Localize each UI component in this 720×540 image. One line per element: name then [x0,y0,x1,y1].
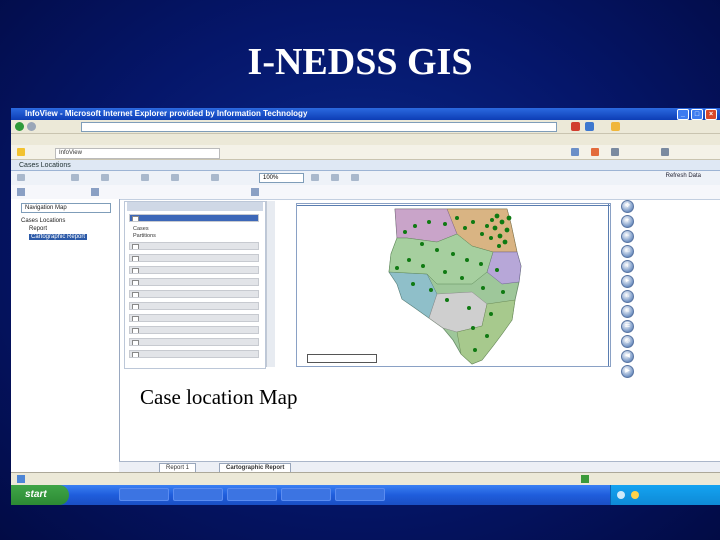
tree-item-report[interactable]: Report [21,225,87,233]
home-icon[interactable] [571,148,579,156]
layers-scrollbar[interactable] [266,201,275,367]
legend-item-cases: Cases [133,226,149,232]
navigation-select[interactable]: Navigation Map [21,203,111,213]
tree-root[interactable]: Cases Locations [21,217,87,225]
identify-icon[interactable]: i [621,260,634,273]
stop-icon[interactable] [571,122,580,131]
document-icon[interactable] [17,174,25,181]
view-structure-icon[interactable] [251,188,259,196]
tab-infoview[interactable]: InfoView [55,148,220,159]
close-button[interactable]: × [705,109,717,120]
print-icon[interactable] [611,148,619,156]
address-input[interactable] [81,122,557,132]
layer-row[interactable] [129,266,259,274]
refresh-data-button[interactable]: Refresh Data [666,173,701,179]
print-icon[interactable] [141,174,149,181]
layer-row[interactable] [129,214,259,222]
windows-taskbar: start [11,485,720,505]
map-caption: Case location Map [140,385,298,409]
map-region-north [394,208,458,243]
maximize-button[interactable]: □ [691,109,703,120]
zoom-out-icon[interactable]: − [621,230,634,243]
layers-icon[interactable]: ≡ [621,305,634,318]
next-extent-icon[interactable]: ▶ [621,365,634,378]
map-region-central-south [428,291,488,333]
illinois-map[interactable] [297,204,610,366]
previous-extent-icon[interactable]: ◀ [621,350,634,363]
zone-icon [581,475,589,483]
layers-tabs [127,202,263,211]
feed-icon[interactable] [591,148,599,156]
window-controls: _ □ × [677,109,717,120]
slide-title: I-NEDSS GIS [247,41,473,83]
legend-icon[interactable]: ☰ [621,320,634,333]
taskbar-item[interactable] [227,488,277,501]
tab-bar: InfoView [11,145,720,160]
browser-title-bar: InfoView - Microsoft Internet Explorer p… [11,108,720,120]
next-page-icon[interactable] [351,174,359,181]
layer-row[interactable] [129,338,259,346]
map-frame[interactable] [296,203,611,367]
pan-icon[interactable]: ✥ [621,200,634,213]
navigation-map-icon[interactable] [17,188,25,196]
report-subtoolbar [11,185,720,200]
first-page-icon[interactable] [311,174,319,181]
map-scale-bar [307,354,377,363]
browser-status-bar [11,472,720,485]
view-icon[interactable] [71,174,79,181]
save-icon[interactable] [101,174,109,181]
tools-icon[interactable] [661,148,669,156]
taskbar-item[interactable] [173,488,223,501]
address-toolbar [11,120,720,134]
layer-legend: Cases Partitions [133,226,156,240]
layer-row[interactable] [129,350,259,358]
forward-icon[interactable] [27,122,36,131]
star-icon[interactable] [17,148,25,156]
zoom-box-icon[interactable]: □ [621,245,634,258]
system-tray [610,485,720,505]
layers-panel: Cases Partitions [124,201,266,369]
taskbar-item[interactable] [119,488,169,501]
undo-icon[interactable] [211,174,219,181]
menu-bar [11,134,720,145]
navigation-panel: Navigation Map Cases Locations Report Ca… [11,199,120,461]
report-header: Cases Locations [11,160,720,171]
refresh-icon[interactable] [585,122,594,131]
report-toolbar: 100% Refresh Data [11,171,720,186]
network-icon[interactable] [617,491,625,499]
select-icon[interactable]: ▸ [621,275,634,288]
tree-item-cartographic-report[interactable]: Cartographic Report [29,234,88,240]
map-tools: ✥ + − □ i ▸ ↔ ≡ ☰ ◎ ◀ ▶ [619,200,635,378]
window-title: InfoView - Microsoft Internet Explorer p… [25,109,308,118]
layer-row[interactable] [129,314,259,322]
zoom-in-icon[interactable]: + [621,215,634,228]
volume-icon[interactable] [631,491,639,499]
layer-row[interactable] [129,302,259,310]
previous-page-icon[interactable] [331,174,339,181]
layer-row[interactable] [129,326,259,334]
search-icon[interactable] [611,122,620,131]
browser-screenshot: InfoView - Microsoft Internet Explorer p… [11,108,720,505]
start-button[interactable]: start [11,485,69,505]
legend-item-partitions: Partitions [133,233,156,239]
layer-row[interactable] [129,254,259,262]
layer-row[interactable] [129,290,259,298]
minimize-button[interactable]: _ [677,109,689,120]
find-icon[interactable] [171,174,179,181]
document-tree: Cases Locations Report Cartographic Repo… [21,217,88,241]
taskbar-item[interactable] [335,488,385,501]
taskbar-item[interactable] [281,488,331,501]
layer-row[interactable] [129,242,259,250]
back-icon[interactable] [15,122,24,131]
page-status-icon [17,475,25,483]
document-properties-icon[interactable] [91,188,99,196]
layer-row[interactable] [129,278,259,286]
full-extent-icon[interactable]: ◎ [621,335,634,348]
measure-icon[interactable]: ↔ [621,290,634,303]
zoom-select[interactable]: 100% [259,173,304,183]
